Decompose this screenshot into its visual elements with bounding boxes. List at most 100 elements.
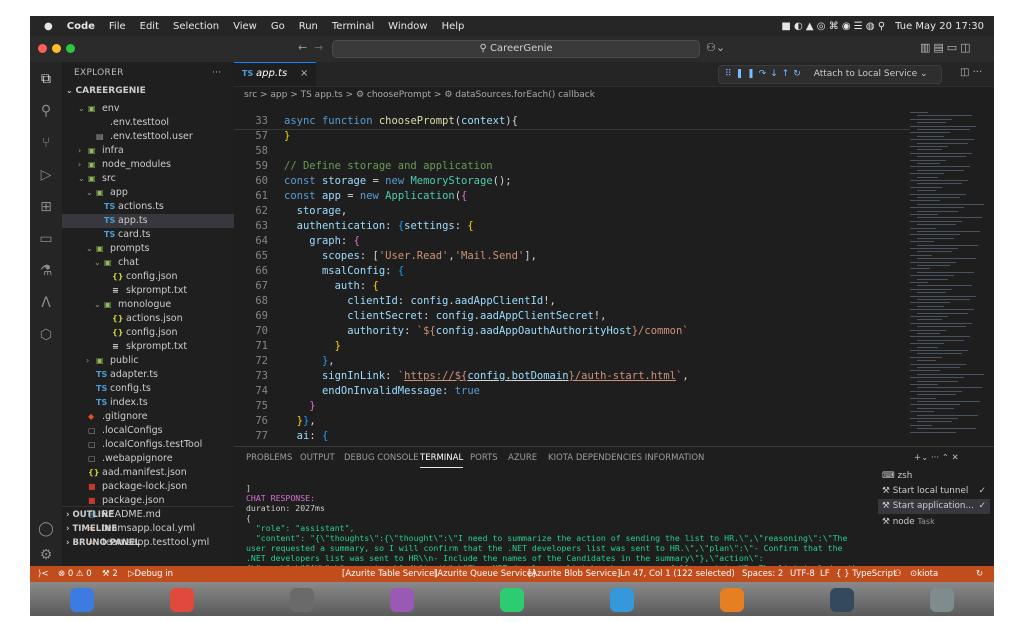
- tab-ports[interactable]: PORTS: [470, 447, 498, 469]
- code-line[interactable]: 63 authentication: {settings: {: [234, 219, 910, 234]
- code-line[interactable]: 74 endOnInvalidMessage: true: [234, 384, 910, 399]
- teams-toolkit-icon[interactable]: ⬡: [37, 326, 55, 344]
- file-item[interactable]: TS adapter.ts: [62, 368, 234, 382]
- code-line[interactable]: 77 ai: {: [234, 429, 910, 444]
- accounts-icon[interactable]: ◯: [37, 520, 55, 538]
- tab-output[interactable]: OUTPUT: [300, 447, 335, 469]
- file-item[interactable]: TS index.ts: [62, 396, 234, 410]
- dock-app-icon[interactable]: [290, 588, 314, 612]
- close-window-button[interactable]: [38, 44, 47, 53]
- folder-item[interactable]: › ▣ infra: [62, 144, 234, 158]
- apple-icon[interactable]: ●: [44, 21, 53, 32]
- menu-file[interactable]: File: [109, 21, 126, 32]
- kiota-status[interactable]: ⊙ kiota 1.26.1: [910, 566, 944, 595]
- copilot-status-icon[interactable]: ⚇: [894, 566, 902, 582]
- dock-app-icon[interactable]: [500, 588, 524, 612]
- split-editor-icon[interactable]: ◫ ···: [960, 67, 982, 78]
- code-line[interactable]: 70 authority: `${config.aadAppOauthAutho…: [234, 324, 910, 339]
- tab-debug-console[interactable]: DEBUG CONSOLE: [344, 447, 418, 469]
- back-arrow-icon[interactable]: ←: [298, 41, 307, 54]
- dock-app-icon[interactable]: [390, 588, 414, 612]
- debug-target-select[interactable]: Attach to Local Service: [814, 69, 917, 79]
- code-editor[interactable]: 33 async function choosePrompt(context){5…: [234, 112, 910, 446]
- source-control-icon[interactable]: ⑂: [37, 134, 55, 152]
- minimize-window-button[interactable]: [52, 44, 61, 53]
- copilot-icon[interactable]: ⚇⌄: [706, 41, 725, 54]
- code-line[interactable]: 69 clientSecret: config.aadAppClientSecr…: [234, 309, 910, 324]
- file-item[interactable]: ▢ .localConfigs.testTool: [62, 438, 234, 452]
- search-activity-icon[interactable]: ⚲: [37, 102, 55, 120]
- indentation[interactable]: Spaces: 2: [742, 566, 783, 582]
- azurite-blob-service[interactable]: [Azurite Blob Service]: [528, 566, 620, 582]
- testing-icon[interactable]: ⚗: [37, 262, 55, 280]
- file-item[interactable]: ▢ .webappignore: [62, 452, 234, 466]
- azurite-table-service[interactable]: [Azurite Table Service]: [342, 566, 438, 582]
- settings-gear-icon[interactable]: ⚙: [37, 546, 55, 564]
- menu-run[interactable]: Run: [299, 21, 318, 32]
- file-item[interactable]: TS config.ts: [62, 382, 234, 396]
- menubar-clock[interactable]: Tue May 20 17:30: [895, 21, 984, 32]
- folder-item[interactable]: ⌄ ▣ env: [62, 102, 234, 116]
- line-endings[interactable]: LF: [820, 566, 830, 582]
- code-line[interactable]: 68 clientId: config.aadAppClientId!,: [234, 294, 910, 309]
- bruno-panel-section[interactable]: › BRUNO PANEL: [66, 536, 140, 550]
- tab-kiota[interactable]: KIOTA DEPENDENCIES INFORMATION: [548, 447, 704, 469]
- code-line[interactable]: 66 msalConfig: {: [234, 264, 910, 279]
- panel-actions-icons[interactable]: +⌄ ··· ⌃ ✕: [914, 447, 959, 469]
- code-line[interactable]: 71 }: [234, 339, 910, 354]
- command-center-search[interactable]: ⚲ CareerGenie: [332, 40, 700, 58]
- encoding[interactable]: UTF-8: [790, 566, 815, 582]
- code-line[interactable]: 65 scopes: ['User.Read','Mail.Send'],: [234, 249, 910, 264]
- dock-app-icon[interactable]: [170, 588, 194, 612]
- notifications-icon[interactable]: ↻: [976, 566, 983, 582]
- problems-indicator[interactable]: ⊗ 0 ⚠ 0: [58, 566, 92, 582]
- file-item[interactable]: ▤ .env.testtool.user: [62, 130, 234, 144]
- code-line[interactable]: 59 // Define storage and application: [234, 159, 910, 174]
- menu-help[interactable]: Help: [442, 21, 465, 32]
- menu-view[interactable]: View: [233, 21, 257, 32]
- terminal-start-application[interactable]: ⚒ Start application... ✓: [878, 499, 990, 514]
- ports-indicator[interactable]: ⚒ 2: [102, 566, 118, 582]
- folder-item[interactable]: ⌄ ▣ prompts: [62, 242, 234, 256]
- run-debug-icon[interactable]: ▷: [37, 166, 55, 184]
- language-mode[interactable]: { } TypeScript: [836, 566, 896, 582]
- code-line[interactable]: 57}: [234, 129, 910, 144]
- file-item[interactable]: {} aad.manifest.json: [62, 466, 234, 480]
- dock-app-icon[interactable]: [70, 588, 94, 612]
- code-line[interactable]: 76 }},: [234, 414, 910, 429]
- tab-app-ts[interactable]: TS app.ts ×: [234, 62, 316, 86]
- layout-toggle-icons[interactable]: ▥▤▭◫: [920, 41, 974, 54]
- debug-controls-icons[interactable]: ⠿❚❚↷↓↑↻: [725, 69, 805, 79]
- tray-icons[interactable]: ■ ◐ ▲ ◎ ⌘ ◉ ☰ ◍ ⚲: [781, 21, 885, 32]
- file-item[interactable]: TS actions.ts: [62, 200, 234, 214]
- menu-go[interactable]: Go: [271, 21, 285, 32]
- file-item[interactable]: ▢ .localConfigs: [62, 424, 234, 438]
- code-line[interactable]: 62 storage,: [234, 204, 910, 219]
- code-line[interactable]: 67 auth: {: [234, 279, 910, 294]
- dock-app-icon[interactable]: [610, 588, 634, 612]
- close-tab-icon[interactable]: ×: [300, 63, 308, 85]
- minimap[interactable]: [910, 112, 984, 442]
- project-header[interactable]: ⌄ CAREERGENIE: [66, 86, 146, 96]
- forward-arrow-icon[interactable]: →: [314, 41, 323, 54]
- code-line[interactable]: 64 graph: {: [234, 234, 910, 249]
- file-item[interactable]: TS card.ts: [62, 228, 234, 242]
- menu-selection[interactable]: Selection: [173, 21, 219, 32]
- azure-icon[interactable]: Λ: [37, 294, 55, 312]
- file-item[interactable]: ≡ skprompt.txt: [62, 284, 234, 298]
- debug-session-indicator[interactable]: ▷ Debug in Teams (Edge) (CareerGenie): [128, 566, 194, 611]
- outline-section[interactable]: › OUTLINE: [66, 508, 114, 522]
- code-line[interactable]: 72 },: [234, 354, 910, 369]
- code-line[interactable]: 33 async function choosePrompt(context){: [234, 114, 910, 129]
- file-item[interactable]: ■ package-lock.json: [62, 480, 234, 494]
- code-line[interactable]: 61 const app = new Application({: [234, 189, 910, 204]
- code-line[interactable]: 60 const storage = new MemoryStorage();: [234, 174, 910, 189]
- folder-item[interactable]: ⌄ ▣ monologue: [62, 298, 234, 312]
- folder-item[interactable]: › ▣ node_modules: [62, 158, 234, 172]
- cursor-position[interactable]: Ln 47, Col 1 (122 selected): [620, 566, 735, 582]
- terminal-node-task[interactable]: ⚒ node Task: [878, 514, 990, 529]
- file-item[interactable]: ≡ skprompt.txt: [62, 340, 234, 354]
- remote-indicator[interactable]: ⟩<: [38, 566, 48, 582]
- more-actions-icon[interactable]: ···: [212, 62, 221, 84]
- code-line[interactable]: 75 }: [234, 399, 910, 414]
